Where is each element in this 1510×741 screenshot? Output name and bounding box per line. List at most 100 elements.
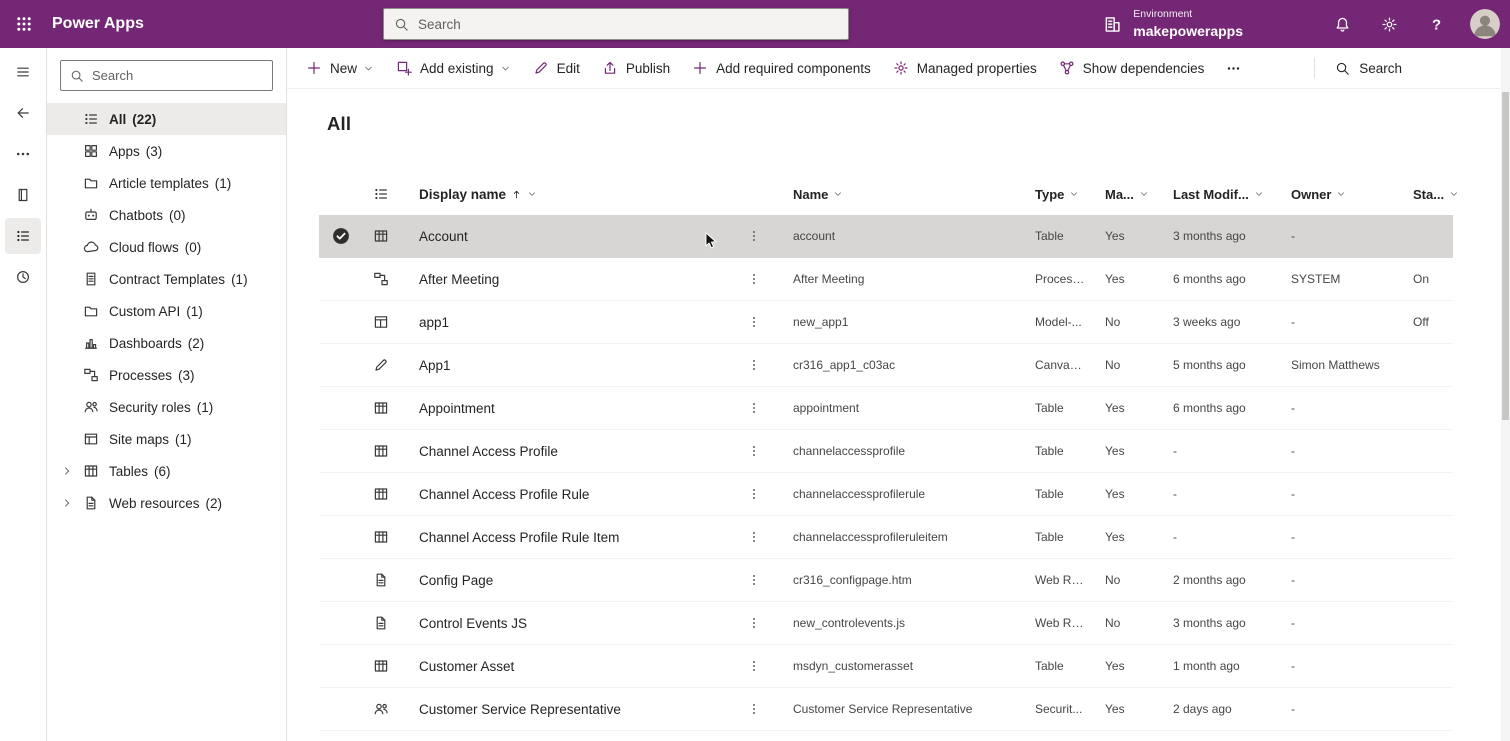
sidebar-search-input[interactable]	[92, 68, 268, 83]
vertical-scrollbar[interactable]	[1501, 48, 1510, 741]
table-row-app1[interactable]: App1 cr316_app1_c03acCanvas ...No5 month…	[319, 344, 1453, 387]
row-select-cell[interactable]	[319, 227, 363, 245]
sidebar-item-article-templates[interactable]: Article templates (1)	[47, 167, 286, 199]
column-header-owner[interactable]: Owner	[1271, 187, 1393, 202]
row-more-button[interactable]	[735, 530, 773, 544]
row-status: On	[1393, 272, 1473, 286]
sidebar-item-count: (1)	[175, 432, 192, 447]
scrollbar-thumb[interactable]	[1502, 92, 1509, 420]
table-body: Account accountTableYes3 months ago- Aft…	[319, 215, 1453, 731]
sidebar-item-cloud-flows[interactable]: Cloud flows (0)	[47, 231, 286, 263]
row-display-name[interactable]: Account	[399, 229, 735, 244]
column-header-name[interactable]: Name	[773, 187, 1015, 202]
cmd-search-button[interactable]: Search	[1323, 51, 1414, 85]
table-row-app1[interactable]: app1 new_app1Model-...No3 weeks ago-Off	[319, 301, 1453, 344]
table-row-appointment[interactable]: Appointment appointmentTableYes6 months …	[319, 387, 1453, 430]
row-display-name[interactable]: Config Page	[399, 573, 735, 588]
column-header-ma[interactable]: Ma...	[1085, 187, 1153, 202]
environment-picker[interactable]: Environment makepowerapps	[1087, 0, 1259, 48]
column-header-last-modif[interactable]: Last Modif...	[1153, 187, 1271, 202]
cmd-add-existing-button[interactable]: Add existing	[385, 51, 522, 85]
app-title[interactable]: Power Apps	[52, 15, 144, 33]
row-type-icon-cell	[363, 701, 399, 717]
row-more-button[interactable]	[735, 229, 773, 243]
sidebar-item-tables[interactable]: Tables (6)	[47, 455, 286, 487]
table-row-config-page[interactable]: Config Page cr316_configpage.htmWeb Re..…	[319, 559, 1453, 602]
row-display-name[interactable]: After Meeting	[399, 272, 735, 287]
column-header-type[interactable]: Type	[1015, 187, 1085, 202]
row-more-button[interactable]	[735, 401, 773, 415]
table-row-control-events-js[interactable]: Control Events JS new_controlevents.jsWe…	[319, 602, 1453, 645]
sidebar-item-dashboards[interactable]: Dashboards (2)	[47, 327, 286, 359]
row-more-button[interactable]	[735, 702, 773, 716]
row-display-name[interactable]: Channel Access Profile	[399, 444, 735, 459]
cmd-managed-properties-button[interactable]: Managed properties	[882, 51, 1048, 85]
sidebar-item-contract-templates[interactable]: Contract Templates (1)	[47, 263, 286, 295]
row-more-button[interactable]	[735, 272, 773, 286]
table-row-channel-access-profile-rule[interactable]: Channel Access Profile Rule channelacces…	[319, 473, 1453, 516]
row-type-icon-cell	[363, 529, 399, 545]
sidebar-item-security-roles[interactable]: Security roles (1)	[47, 391, 286, 423]
rail-menu-button[interactable]	[5, 54, 41, 90]
row-more-button[interactable]	[735, 487, 773, 501]
sidebar-item-processes[interactable]: Processes (3)	[47, 359, 286, 391]
sidebar-item-web-resources[interactable]: Web resources (2)	[47, 487, 286, 519]
row-display-name[interactable]: Channel Access Profile Rule	[399, 487, 735, 502]
sidebar-item-chatbots[interactable]: Chatbots (0)	[47, 199, 286, 231]
column-header-sta[interactable]: Sta...	[1393, 187, 1473, 202]
notifications-button[interactable]	[1319, 0, 1366, 48]
sidebar-item-site-maps[interactable]: Site maps (1)	[47, 423, 286, 455]
column-header-display-name[interactable]: Display name	[399, 187, 735, 202]
rail-back-button[interactable]	[5, 95, 41, 131]
row-name: msdyn_customerasset	[773, 659, 1015, 673]
sidebar-item-custom-api[interactable]: Custom API (1)	[47, 295, 286, 327]
row-more-button[interactable]	[735, 315, 773, 329]
table-row-channel-access-profile[interactable]: Channel Access Profile channelaccessprof…	[319, 430, 1453, 473]
chart-icon	[83, 335, 99, 351]
table-row-after-meeting[interactable]: After Meeting After MeetingProcess...Yes…	[319, 258, 1453, 301]
table-row-account[interactable]: Account accountTableYes3 months ago-	[319, 215, 1453, 258]
chevron-right-icon[interactable]	[61, 497, 83, 509]
cmd-publish-button[interactable]: Publish	[591, 51, 681, 85]
settings-button[interactable]	[1366, 0, 1413, 48]
rail-objects-button[interactable]	[5, 218, 41, 254]
row-name: new_app1	[773, 315, 1015, 329]
cmd-edit-button[interactable]: Edit	[522, 51, 591, 85]
row-more-button[interactable]	[735, 616, 773, 630]
cmd-overflow-button[interactable]	[1215, 51, 1251, 85]
rail-history-button[interactable]	[5, 259, 41, 295]
help-button[interactable]: ?	[1413, 0, 1460, 48]
row-more-button[interactable]	[735, 659, 773, 673]
sidebar-item-apps[interactable]: Apps (3)	[47, 135, 286, 167]
people-icon	[83, 399, 99, 415]
row-display-name[interactable]: Channel Access Profile Rule Item	[399, 530, 735, 545]
rail-pages-button[interactable]	[5, 177, 41, 213]
row-display-name[interactable]: App1	[399, 358, 735, 373]
sidebar-item-all[interactable]: All (22)	[47, 103, 286, 135]
row-more-button[interactable]	[735, 358, 773, 372]
row-display-name[interactable]: Control Events JS	[399, 616, 735, 631]
app-launcher-button[interactable]	[0, 0, 48, 48]
cmd-show-dependencies-button[interactable]: Show dependencies	[1048, 51, 1216, 85]
global-search-input[interactable]	[418, 17, 838, 32]
table-icon	[373, 529, 389, 545]
account-avatar-button[interactable]	[1460, 0, 1510, 48]
row-managed: Yes	[1085, 229, 1153, 243]
row-display-name[interactable]: Appointment	[399, 401, 735, 416]
row-owner: -	[1271, 702, 1393, 716]
row-more-button[interactable]	[735, 444, 773, 458]
table-row-customer-asset[interactable]: Customer Asset msdyn_customerassetTableY…	[319, 645, 1453, 688]
table-row-channel-access-profile-rule-item[interactable]: Channel Access Profile Rule Item channel…	[319, 516, 1453, 559]
gear-icon	[1381, 16, 1398, 33]
row-more-button[interactable]	[735, 573, 773, 587]
table-row-customer-service-representative[interactable]: Customer Service Representative Customer…	[319, 688, 1453, 731]
cmd-new-button[interactable]: New	[295, 51, 385, 85]
sidebar-item-label: Tables	[109, 464, 148, 479]
row-display-name[interactable]: app1	[399, 315, 735, 330]
chevron-right-icon[interactable]	[61, 465, 83, 477]
cmd-add-required-components-button[interactable]: Add required components	[681, 51, 882, 85]
rail-more-button[interactable]	[5, 136, 41, 172]
row-display-name[interactable]: Customer Service Representative	[399, 702, 735, 717]
hamburger-icon	[15, 64, 31, 80]
row-display-name[interactable]: Customer Asset	[399, 659, 735, 674]
